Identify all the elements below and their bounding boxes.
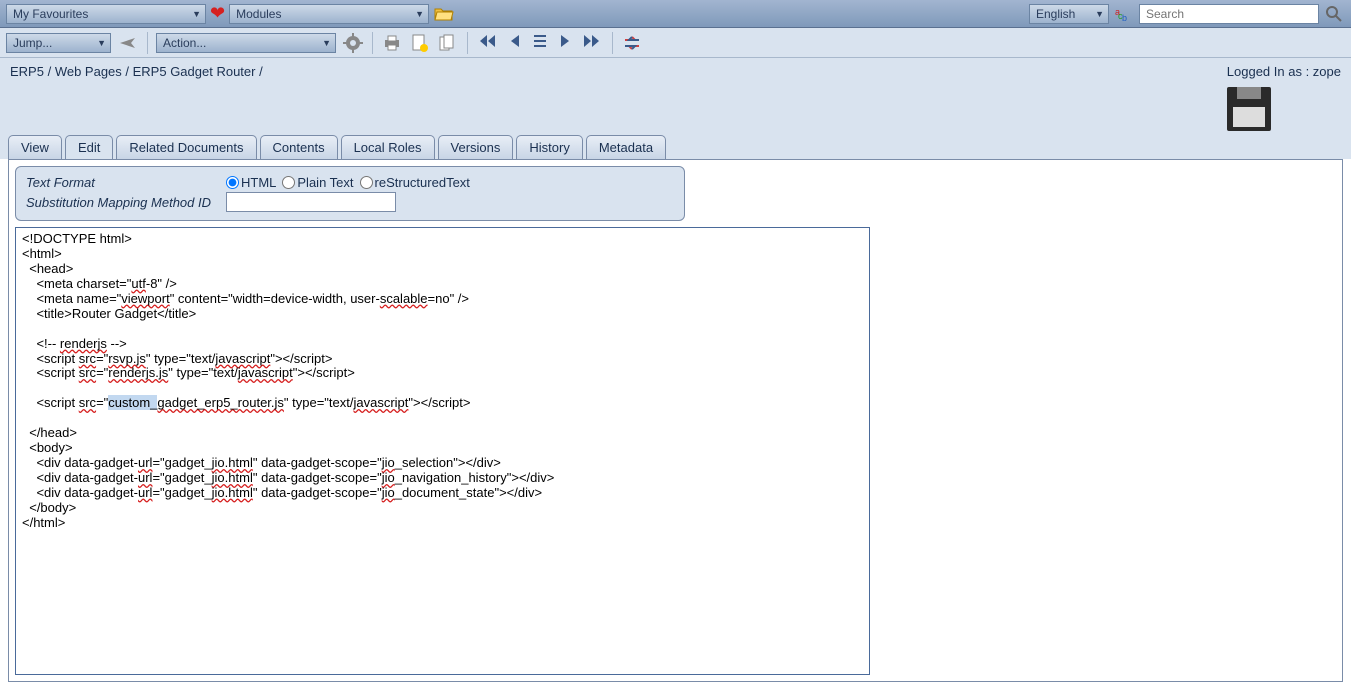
list-icon[interactable] [530, 33, 550, 52]
plane-icon[interactable] [117, 32, 139, 54]
language-dropdown[interactable]: English ▼ [1029, 4, 1109, 24]
breadcrumb-leaf[interactable]: ERP5 Gadget Router [133, 64, 256, 79]
breadcrumb-row: ERP5 / Web Pages / ERP5 Gadget Router / … [0, 58, 1351, 135]
tabs: View Edit Related Documents Contents Loc… [0, 135, 1351, 159]
first-page-icon[interactable] [476, 33, 500, 52]
swap-icon[interactable] [621, 32, 643, 54]
svg-text:c: c [1118, 11, 1123, 21]
modules-label: Modules [236, 7, 281, 21]
favourites-label: My Favourites [13, 7, 88, 21]
last-page-icon[interactable] [580, 33, 604, 52]
save-button[interactable] [1227, 87, 1271, 131]
tab-related[interactable]: Related Documents [116, 135, 256, 159]
translate-icon[interactable]: abc [1113, 3, 1135, 25]
copy-document-icon[interactable] [437, 32, 459, 54]
search-input[interactable] [1139, 4, 1319, 24]
tab-history[interactable]: History [516, 135, 582, 159]
language-label: English [1036, 7, 1075, 21]
breadcrumb: ERP5 / Web Pages / ERP5 Gadget Router / [10, 64, 263, 79]
modules-dropdown[interactable]: Modules ▼ [229, 4, 429, 24]
breadcrumb-webpages[interactable]: Web Pages [55, 64, 122, 79]
text-format-label: Text Format [26, 175, 226, 190]
text-format-radios: HTML Plain Text reStructuredText [226, 175, 470, 190]
top-bar: My Favourites ▼ ❤ Modules ▼ English ▼ ab… [0, 0, 1351, 28]
folder-open-icon[interactable] [433, 3, 455, 25]
jump-dropdown[interactable]: Jump... ▼ [6, 33, 111, 53]
chevron-down-icon: ▼ [1095, 9, 1104, 19]
tab-view[interactable]: View [8, 135, 62, 159]
substitution-input[interactable] [226, 192, 396, 212]
login-status: Logged In as : zope [1227, 64, 1341, 79]
jump-label: Jump... [13, 36, 52, 50]
next-page-icon[interactable] [556, 33, 574, 52]
meta-box: Text Format HTML Plain Text reStructured… [15, 166, 685, 221]
action-dropdown[interactable]: Action... ▼ [156, 33, 336, 53]
action-label: Action... [163, 36, 206, 50]
chevron-down-icon: ▼ [192, 9, 201, 19]
html-editor[interactable]: <!DOCTYPE html> <html> <head> <meta char… [15, 227, 870, 675]
tab-contents[interactable]: Contents [260, 135, 338, 159]
radio-plain[interactable]: Plain Text [282, 175, 353, 190]
svg-text:b: b [1122, 13, 1127, 23]
chevron-down-icon: ▼ [97, 38, 106, 48]
tab-localroles[interactable]: Local Roles [341, 135, 435, 159]
radio-html[interactable]: HTML [226, 175, 276, 190]
new-document-icon[interactable] [409, 32, 431, 54]
login-user: zope [1313, 64, 1341, 79]
search-icon[interactable] [1323, 3, 1345, 25]
substitution-label: Substitution Mapping Method ID [26, 195, 226, 210]
radio-rst[interactable]: reStructuredText [360, 175, 470, 190]
tab-metadata[interactable]: Metadata [586, 135, 666, 159]
print-icon[interactable] [381, 32, 403, 54]
heart-icon[interactable]: ❤ [210, 3, 225, 24]
tab-versions[interactable]: Versions [438, 135, 514, 159]
gear-icon[interactable] [342, 32, 364, 54]
action-toolbar: Jump... ▼ Action... ▼ [0, 28, 1351, 58]
breadcrumb-root[interactable]: ERP5 [10, 64, 44, 79]
favourites-dropdown[interactable]: My Favourites ▼ [6, 4, 206, 24]
chevron-down-icon: ▼ [322, 38, 331, 48]
main-panel: Text Format HTML Plain Text reStructured… [8, 159, 1343, 682]
chevron-down-icon: ▼ [415, 9, 424, 19]
tab-edit[interactable]: Edit [65, 135, 113, 159]
prev-page-icon[interactable] [506, 33, 524, 52]
